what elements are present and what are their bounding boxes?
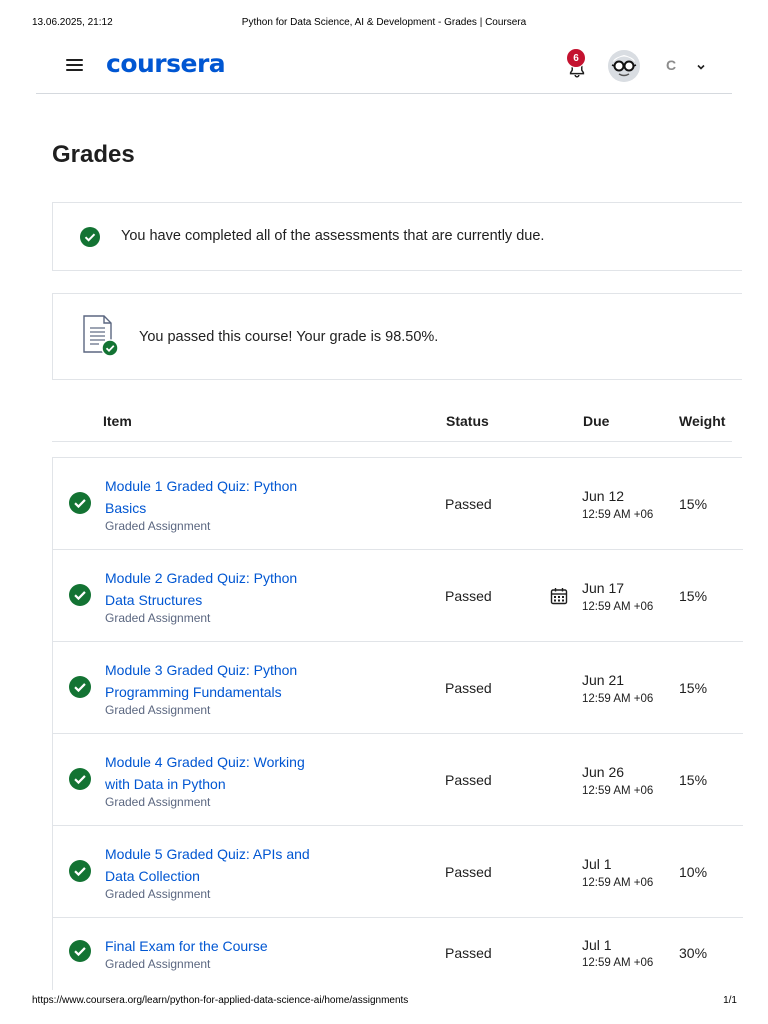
assignment-link[interactable]: Module 5 Graded Quiz: APIs and Data Coll… [105, 843, 315, 887]
user-initial[interactable]: C [666, 57, 676, 73]
check-circle-icon [69, 860, 91, 882]
notification-badge: 6 [566, 48, 586, 68]
menu-icon[interactable] [66, 58, 84, 72]
due-time: 12:59 AM +06 [582, 957, 654, 969]
status-text: Passed [445, 772, 492, 788]
document-check-icon [81, 314, 119, 358]
check-circle-icon [80, 227, 100, 247]
due-time: 12:59 AM +06 [582, 693, 654, 705]
due-time: 12:59 AM +06 [582, 601, 654, 613]
check-circle-icon [69, 768, 91, 790]
grades-table: Module 1 Graded Quiz: Python Basics Grad… [52, 457, 743, 990]
passed-message: You passed this course! Your grade is 98… [139, 329, 439, 345]
print-header: 13.06.2025, 21:12 Python for Data Scienc… [0, 17, 768, 31]
completed-message: You have completed all of the assessment… [121, 228, 545, 244]
status-text: Passed [445, 496, 492, 512]
due-date: Jun 12 [582, 488, 625, 504]
due-date: Jul 1 [582, 937, 612, 953]
assignment-type: Graded Assignment [105, 957, 211, 971]
print-page-number: 1/1 [723, 995, 737, 1006]
due-time: 12:59 AM +06 [582, 785, 654, 797]
weight-value: 15% [679, 496, 708, 512]
status-text: Passed [445, 680, 492, 696]
print-url: https://www.coursera.org/learn/python-fo… [32, 995, 409, 1006]
assignment-type: Graded Assignment [105, 703, 211, 717]
column-header-item[interactable]: Item [103, 413, 132, 429]
weight-value: 15% [679, 680, 708, 696]
assignment-link[interactable]: Module 4 Graded Quiz: Working with Data … [105, 751, 315, 795]
status-text: Passed [445, 588, 492, 604]
assignment-type: Graded Assignment [105, 795, 211, 809]
calendar-icon[interactable] [550, 587, 568, 605]
table-row: Module 5 Graded Quiz: APIs and Data Coll… [53, 826, 743, 918]
due-date: Jun 21 [582, 672, 625, 688]
table-row: Module 3 Graded Quiz: Python Programming… [53, 642, 743, 734]
assignment-link[interactable]: Final Exam for the Course [105, 935, 315, 957]
page-title: Grades [52, 141, 135, 168]
weight-value: 30% [679, 945, 708, 961]
check-circle-icon [69, 940, 91, 962]
passed-banner: You passed this course! Your grade is 98… [52, 293, 742, 380]
table-row: Module 1 Graded Quiz: Python Basics Grad… [53, 458, 743, 550]
assignment-link[interactable]: Module 2 Graded Quiz: Python Data Struct… [105, 567, 315, 611]
due-time: 12:59 AM +06 [582, 509, 654, 521]
due-date: Jun 26 [582, 764, 625, 780]
due-time: 12:59 AM +06 [582, 877, 654, 889]
assignment-link[interactable]: Module 1 Graded Quiz: Python Basics [105, 475, 315, 519]
grades-table-header: Item Status Due Weight [52, 400, 732, 442]
print-title: Python for Data Science, AI & Developmen… [241, 17, 527, 28]
check-circle-icon [69, 584, 91, 606]
table-row: Module 2 Graded Quiz: Python Data Struct… [53, 550, 743, 642]
chevron-down-icon[interactable] [696, 59, 706, 70]
column-header-status[interactable]: Status [446, 413, 489, 429]
assignment-type: Graded Assignment [105, 519, 211, 533]
due-date: Jun 17 [582, 580, 625, 596]
status-text: Passed [445, 945, 492, 961]
assignment-link[interactable]: Module 3 Graded Quiz: Python Programming… [105, 659, 315, 703]
top-navbar: coursera 6 C [36, 40, 732, 94]
assignment-type: Graded Assignment [105, 611, 211, 625]
weight-value: 10% [679, 864, 708, 880]
table-row: Final Exam for the Course Graded Assignm… [53, 918, 743, 990]
weight-value: 15% [679, 588, 708, 604]
check-circle-icon [69, 676, 91, 698]
avatar[interactable] [608, 50, 640, 82]
check-circle-icon [69, 492, 91, 514]
table-row: Module 4 Graded Quiz: Working with Data … [53, 734, 743, 826]
column-header-due[interactable]: Due [583, 413, 609, 429]
due-date: Jul 1 [582, 856, 612, 872]
column-header-weight[interactable]: Weight [679, 413, 725, 429]
weight-value: 15% [679, 772, 708, 788]
assignment-type: Graded Assignment [105, 887, 211, 901]
coursera-logo[interactable]: coursera [106, 49, 226, 78]
status-text: Passed [445, 864, 492, 880]
print-footer: https://www.coursera.org/learn/python-fo… [0, 995, 768, 1009]
completed-banner: You have completed all of the assessment… [52, 202, 742, 271]
